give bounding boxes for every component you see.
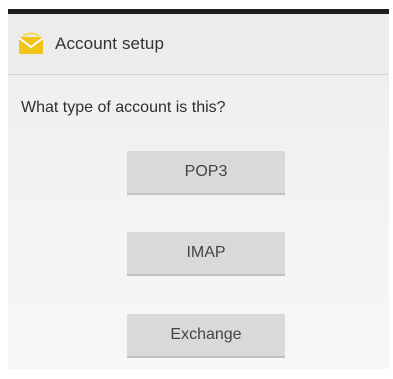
page-title: Account setup bbox=[55, 34, 165, 53]
imap-button[interactable]: IMAP bbox=[127, 232, 285, 276]
exchange-button[interactable]: Exchange bbox=[127, 314, 285, 358]
account-setup-screen: Account setup What type of account is th… bbox=[8, 9, 389, 369]
account-type-question: What type of account is this? bbox=[21, 99, 226, 116]
pop3-button[interactable]: POP3 bbox=[127, 151, 285, 195]
action-bar: Account setup bbox=[8, 14, 389, 75]
account-type-panel: What type of account is this? POP3 IMAP … bbox=[8, 76, 389, 369]
email-envelope-icon bbox=[17, 32, 45, 56]
